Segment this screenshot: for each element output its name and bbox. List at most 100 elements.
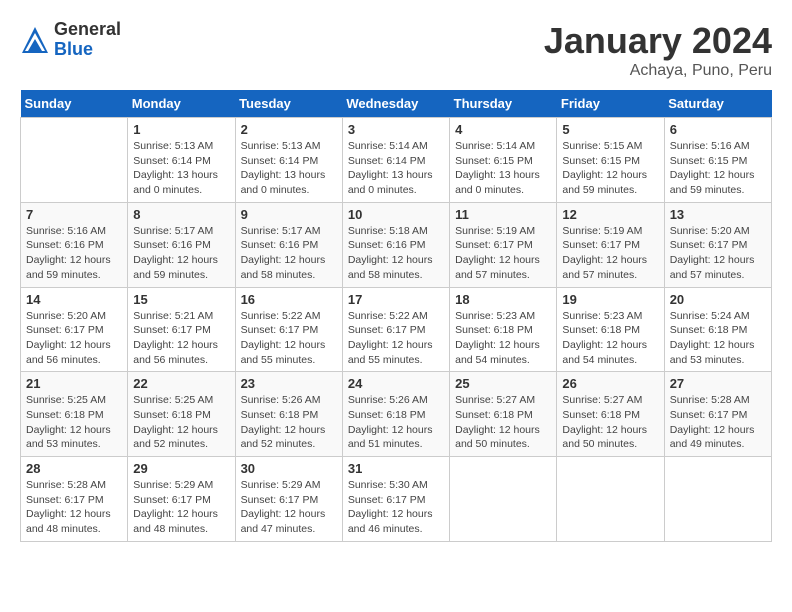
day-info: Sunrise: 5:20 AM Sunset: 6:17 PM Dayligh… — [670, 224, 766, 283]
calendar-cell: 9 Sunrise: 5:17 AM Sunset: 6:16 PM Daylig… — [235, 202, 342, 287]
day-number: 12 — [562, 207, 658, 222]
calendar-cell: 5 Sunrise: 5:15 AM Sunset: 6:15 PM Daylig… — [557, 118, 664, 203]
calendar-week-1: 7 Sunrise: 5:16 AM Sunset: 6:16 PM Daylig… — [21, 202, 772, 287]
calendar-body: 1 Sunrise: 5:13 AM Sunset: 6:14 PM Daylig… — [21, 118, 772, 542]
calendar-cell — [450, 457, 557, 542]
calendar-table: SundayMondayTuesdayWednesdayThursdayFrid… — [20, 90, 772, 542]
calendar-cell: 1 Sunrise: 5:13 AM Sunset: 6:14 PM Daylig… — [128, 118, 235, 203]
day-number: 20 — [670, 292, 766, 307]
day-info: Sunrise: 5:18 AM Sunset: 6:16 PM Dayligh… — [348, 224, 444, 283]
day-info: Sunrise: 5:19 AM Sunset: 6:17 PM Dayligh… — [455, 224, 551, 283]
day-info: Sunrise: 5:13 AM Sunset: 6:14 PM Dayligh… — [133, 139, 229, 198]
calendar-cell: 27 Sunrise: 5:28 AM Sunset: 6:17 PM Dayli… — [664, 372, 771, 457]
calendar-week-4: 28Sunrise: 5:28 AM Sunset: 6:17 PM Dayli… — [21, 457, 772, 542]
day-number: 25 — [455, 376, 551, 391]
day-info: Sunrise: 5:14 AM Sunset: 6:15 PM Dayligh… — [455, 139, 551, 198]
day-info: Sunrise: 5:17 AM Sunset: 6:16 PM Dayligh… — [241, 224, 337, 283]
day-info: Sunrise: 5:26 AM Sunset: 6:18 PM Dayligh… — [348, 393, 444, 452]
day-number: 15 — [133, 292, 229, 307]
day-info: Sunrise: 5:22 AM Sunset: 6:17 PM Dayligh… — [348, 309, 444, 368]
calendar-cell: 10 Sunrise: 5:18 AM Sunset: 6:16 PM Dayli… — [342, 202, 449, 287]
day-number: 4 — [455, 122, 551, 137]
calendar-cell: 16 Sunrise: 5:22 AM Sunset: 6:17 PM Dayli… — [235, 287, 342, 372]
day-number: 28 — [26, 461, 122, 476]
calendar-cell: 30Sunrise: 5:29 AM Sunset: 6:17 PM Dayli… — [235, 457, 342, 542]
logo: General Blue — [20, 20, 121, 60]
day-number: 11 — [455, 207, 551, 222]
calendar-cell — [21, 118, 128, 203]
day-info: Sunrise: 5:30 AM Sunset: 6:17 PM Dayligh… — [348, 478, 444, 537]
day-info: Sunrise: 5:27 AM Sunset: 6:18 PM Dayligh… — [455, 393, 551, 452]
calendar-cell: 20 Sunrise: 5:24 AM Sunset: 6:18 PM Dayli… — [664, 287, 771, 372]
logo-general: General — [54, 20, 121, 40]
calendar-cell: 21 Sunrise: 5:25 AM Sunset: 6:18 PM Dayli… — [21, 372, 128, 457]
calendar-week-3: 21 Sunrise: 5:25 AM Sunset: 6:18 PM Dayli… — [21, 372, 772, 457]
calendar-cell: 2Sunrise: 5:13 AM Sunset: 6:14 PM Daylig… — [235, 118, 342, 203]
day-number: 16 — [241, 292, 337, 307]
day-number: 7 — [26, 207, 122, 222]
page-header: General Blue January 2024 Achaya, Puno, … — [20, 20, 772, 80]
day-info: Sunrise: 5:24 AM Sunset: 6:18 PM Dayligh… — [670, 309, 766, 368]
calendar-cell: 12 Sunrise: 5:19 AM Sunset: 6:17 PM Dayli… — [557, 202, 664, 287]
column-header-tuesday: Tuesday — [235, 90, 342, 118]
column-header-sunday: Sunday — [21, 90, 128, 118]
calendar-cell: 31 Sunrise: 5:30 AM Sunset: 6:17 PM Dayli… — [342, 457, 449, 542]
day-info: Sunrise: 5:25 AM Sunset: 6:18 PM Dayligh… — [26, 393, 122, 452]
day-number: 17 — [348, 292, 444, 307]
calendar-cell: 26 Sunrise: 5:27 AM Sunset: 6:18 PM Dayli… — [557, 372, 664, 457]
calendar-week-0: 1 Sunrise: 5:13 AM Sunset: 6:14 PM Daylig… — [21, 118, 772, 203]
calendar-cell: 7 Sunrise: 5:16 AM Sunset: 6:16 PM Daylig… — [21, 202, 128, 287]
day-number: 30 — [241, 461, 337, 476]
day-info: Sunrise: 5:16 AM Sunset: 6:16 PM Dayligh… — [26, 224, 122, 283]
column-header-wednesday: Wednesday — [342, 90, 449, 118]
calendar-cell: 3 Sunrise: 5:14 AM Sunset: 6:14 PM Daylig… — [342, 118, 449, 203]
day-number: 14 — [26, 292, 122, 307]
day-number: 6 — [670, 122, 766, 137]
day-number: 10 — [348, 207, 444, 222]
day-info: Sunrise: 5:14 AM Sunset: 6:14 PM Dayligh… — [348, 139, 444, 198]
calendar-cell: 6 Sunrise: 5:16 AM Sunset: 6:15 PM Daylig… — [664, 118, 771, 203]
day-info: Sunrise: 5:20 AM Sunset: 6:17 PM Dayligh… — [26, 309, 122, 368]
day-info: Sunrise: 5:16 AM Sunset: 6:15 PM Dayligh… — [670, 139, 766, 198]
day-info: Sunrise: 5:15 AM Sunset: 6:15 PM Dayligh… — [562, 139, 658, 198]
day-number: 27 — [670, 376, 766, 391]
day-info: Sunrise: 5:29 AM Sunset: 6:17 PM Dayligh… — [133, 478, 229, 537]
day-info: Sunrise: 5:17 AM Sunset: 6:16 PM Dayligh… — [133, 224, 229, 283]
calendar-header-row: SundayMondayTuesdayWednesdayThursdayFrid… — [21, 90, 772, 118]
day-number: 21 — [26, 376, 122, 391]
calendar-cell: 11 Sunrise: 5:19 AM Sunset: 6:17 PM Dayli… — [450, 202, 557, 287]
day-number: 22 — [133, 376, 229, 391]
day-info: Sunrise: 5:21 AM Sunset: 6:17 PM Dayligh… — [133, 309, 229, 368]
day-number: 26 — [562, 376, 658, 391]
column-header-saturday: Saturday — [664, 90, 771, 118]
calendar-cell — [557, 457, 664, 542]
calendar-cell: 28Sunrise: 5:28 AM Sunset: 6:17 PM Dayli… — [21, 457, 128, 542]
calendar-cell: 18Sunrise: 5:23 AM Sunset: 6:18 PM Dayli… — [450, 287, 557, 372]
day-info: Sunrise: 5:22 AM Sunset: 6:17 PM Dayligh… — [241, 309, 337, 368]
day-info: Sunrise: 5:25 AM Sunset: 6:18 PM Dayligh… — [133, 393, 229, 452]
day-number: 9 — [241, 207, 337, 222]
column-header-friday: Friday — [557, 90, 664, 118]
day-info: Sunrise: 5:23 AM Sunset: 6:18 PM Dayligh… — [455, 309, 551, 368]
day-info: Sunrise: 5:19 AM Sunset: 6:17 PM Dayligh… — [562, 224, 658, 283]
calendar-cell: 14 Sunrise: 5:20 AM Sunset: 6:17 PM Dayli… — [21, 287, 128, 372]
day-number: 13 — [670, 207, 766, 222]
calendar-cell: 25 Sunrise: 5:27 AM Sunset: 6:18 PM Dayli… — [450, 372, 557, 457]
day-info: Sunrise: 5:27 AM Sunset: 6:18 PM Dayligh… — [562, 393, 658, 452]
calendar-week-2: 14 Sunrise: 5:20 AM Sunset: 6:17 PM Dayli… — [21, 287, 772, 372]
calendar-cell: 4 Sunrise: 5:14 AM Sunset: 6:15 PM Daylig… — [450, 118, 557, 203]
day-number: 31 — [348, 461, 444, 476]
day-number: 29 — [133, 461, 229, 476]
column-header-monday: Monday — [128, 90, 235, 118]
day-number: 5 — [562, 122, 658, 137]
calendar-cell: 24Sunrise: 5:26 AM Sunset: 6:18 PM Dayli… — [342, 372, 449, 457]
day-number: 3 — [348, 122, 444, 137]
calendar-cell: 23Sunrise: 5:26 AM Sunset: 6:18 PM Dayli… — [235, 372, 342, 457]
calendar-cell: 17 Sunrise: 5:22 AM Sunset: 6:17 PM Dayli… — [342, 287, 449, 372]
day-number: 19 — [562, 292, 658, 307]
day-info: Sunrise: 5:28 AM Sunset: 6:17 PM Dayligh… — [670, 393, 766, 452]
calendar-cell: 13 Sunrise: 5:20 AM Sunset: 6:17 PM Dayli… — [664, 202, 771, 287]
logo-text: General Blue — [54, 20, 121, 60]
day-info: Sunrise: 5:23 AM Sunset: 6:18 PM Dayligh… — [562, 309, 658, 368]
day-number: 1 — [133, 122, 229, 137]
